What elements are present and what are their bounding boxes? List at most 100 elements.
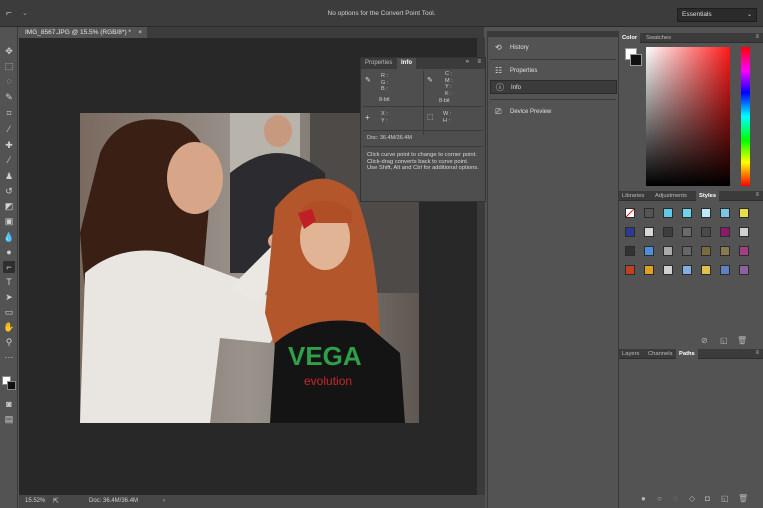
tool-tip-text: Click curve point to change to corner po…	[367, 152, 479, 172]
add-mask-icon[interactable]: ◘	[705, 494, 710, 503]
eyedropper-cmyk-icon[interactable]: ✎	[427, 77, 434, 84]
quick-mask-icon[interactable]: ◙	[3, 398, 15, 410]
tab-swatches[interactable]: Swatches	[643, 33, 674, 43]
tab-color[interactable]: Color	[619, 33, 641, 43]
panel-menu-icon[interactable]: ≡	[755, 34, 759, 40]
tab-paths[interactable]: Paths	[676, 349, 698, 359]
style-swatch[interactable]	[701, 208, 711, 218]
dock-item-info[interactable]: ⓘ Info	[490, 80, 617, 94]
zoom-tool-icon[interactable]: ⚲	[3, 336, 15, 348]
label-b: B :	[381, 86, 388, 92]
style-swatch[interactable]	[682, 208, 692, 218]
dock-item-device-preview[interactable]: ⎚ Device Preview	[490, 105, 617, 119]
new-style-icon[interactable]: ◱	[720, 336, 728, 345]
status-menu-arrow[interactable]: ›	[163, 495, 165, 508]
panel-menu-icon[interactable]: ≡	[755, 192, 759, 198]
dock-item-history[interactable]: ⟲ History	[490, 41, 617, 55]
style-swatch[interactable]	[663, 227, 673, 237]
tab-channels[interactable]: Channels	[645, 349, 676, 359]
history-icon: ⟲	[495, 43, 502, 52]
tab-styles[interactable]: Styles	[696, 191, 720, 201]
style-swatch[interactable]	[625, 227, 635, 237]
zoom-level[interactable]: 15.52%	[25, 495, 45, 508]
history-brush-tool-icon[interactable]: ↺	[3, 185, 15, 197]
eyedropper-icon[interactable]: ✎	[365, 77, 372, 84]
gradient-tool-icon[interactable]: ▣	[3, 215, 15, 227]
style-swatch[interactable]	[644, 227, 654, 237]
healing-brush-tool-icon[interactable]: ✚	[3, 139, 15, 151]
style-swatch[interactable]	[720, 265, 730, 275]
blur-tool-icon[interactable]: 💧	[3, 231, 15, 243]
rectangle-tool-icon[interactable]: ▭	[3, 306, 15, 318]
tab-libraries[interactable]: Libraries	[619, 191, 647, 201]
move-tool-icon[interactable]: ✥	[3, 45, 15, 57]
status-bar: 15.52% ⇱ Doc: 36.4M/36.4M ›	[19, 495, 485, 508]
style-swatch[interactable]	[739, 246, 749, 256]
style-swatch[interactable]	[682, 227, 692, 237]
make-work-path-icon[interactable]: ◇	[689, 494, 695, 503]
style-swatch[interactable]	[701, 246, 711, 256]
eraser-tool-icon[interactable]: ◩	[3, 200, 15, 212]
style-swatch[interactable]	[739, 265, 749, 275]
brush-tool-icon[interactable]: ⁄	[3, 154, 15, 166]
style-swatch[interactable]	[739, 227, 749, 237]
workspace-select[interactable]: Essentials ⌄	[677, 8, 757, 22]
lasso-tool-icon[interactable]: ◌	[3, 75, 15, 87]
style-swatch[interactable]	[720, 227, 730, 237]
tab-properties[interactable]: Properties	[361, 58, 396, 69]
share-icon[interactable]: ⇱	[53, 495, 59, 508]
style-swatch[interactable]	[644, 208, 654, 218]
style-swatch[interactable]	[625, 208, 635, 218]
trash-icon[interactable]: 🗑	[737, 336, 747, 345]
document-tab[interactable]: IMG_8567.JPG @ 15.5% (RGB/8*) * ×	[19, 27, 147, 38]
panel-menu-icon[interactable]: ≡	[477, 59, 481, 65]
delete-style-icon[interactable]: ⊘	[701, 336, 708, 345]
style-swatch[interactable]	[625, 265, 635, 275]
style-swatch[interactable]	[701, 265, 711, 275]
panel-menu-icon[interactable]: ≡	[755, 350, 759, 356]
style-swatch[interactable]	[720, 208, 730, 218]
style-swatch[interactable]	[682, 265, 692, 275]
dock-item-properties[interactable]: ☷ Properties	[490, 64, 617, 78]
screen-mode-icon[interactable]: ▤	[3, 413, 15, 425]
style-swatch[interactable]	[625, 246, 635, 256]
style-swatch[interactable]	[663, 265, 673, 275]
hue-slider[interactable]	[741, 47, 750, 186]
quick-select-tool-icon[interactable]: ✎	[3, 91, 15, 103]
clone-stamp-tool-icon[interactable]: ♟	[3, 170, 15, 182]
style-swatch[interactable]	[663, 208, 673, 218]
tab-info[interactable]: Info	[397, 58, 416, 69]
background-swatch[interactable]	[630, 54, 642, 66]
delete-path-icon[interactable]: 🗑	[738, 494, 748, 503]
marquee-tool-icon[interactable]: ⬚	[3, 60, 15, 72]
eyedropper-tool-icon[interactable]: ⁄	[3, 123, 15, 135]
dodge-tool-icon[interactable]: ●	[3, 246, 15, 258]
color-picker-field[interactable]	[646, 47, 730, 186]
style-swatch[interactable]	[682, 246, 692, 256]
fill-path-icon[interactable]: ●	[641, 494, 646, 503]
stroke-path-icon[interactable]: ○	[657, 494, 662, 503]
new-path-icon[interactable]: ◱	[721, 494, 729, 503]
hand-tool-icon[interactable]: ✋	[3, 321, 15, 333]
crop-tool-icon[interactable]: ⌗	[3, 107, 15, 119]
document-tab-bar: IMG_8567.JPG @ 15.5% (RGB/8*) * ×	[19, 27, 484, 38]
path-selection-tool-icon[interactable]: ➤	[3, 291, 15, 303]
style-swatch[interactable]	[701, 227, 711, 237]
style-swatch[interactable]	[644, 246, 654, 256]
tab-layers[interactable]: Layers	[619, 349, 642, 359]
pen-tool-icon[interactable]: ⌐	[3, 261, 15, 273]
shirt-text-vega: VEGA	[288, 341, 362, 371]
background-color-swatch[interactable]	[7, 381, 16, 390]
load-selection-icon[interactable]: ◌	[673, 494, 678, 503]
close-icon[interactable]: ×	[138, 27, 142, 38]
tab-adjustments[interactable]: Adjustments	[652, 191, 690, 201]
style-swatch[interactable]	[644, 265, 654, 275]
collapse-icon[interactable]: »	[466, 59, 469, 65]
style-swatch[interactable]	[720, 246, 730, 256]
style-swatch[interactable]	[663, 246, 673, 256]
dock-header	[488, 31, 618, 37]
style-swatch[interactable]	[739, 208, 749, 218]
document-tab-title: IMG_8567.JPG @ 15.5% (RGB/8*) *	[25, 29, 131, 36]
more-tools-icon[interactable]: ···	[3, 351, 15, 363]
type-tool-icon[interactable]: T	[3, 276, 15, 288]
